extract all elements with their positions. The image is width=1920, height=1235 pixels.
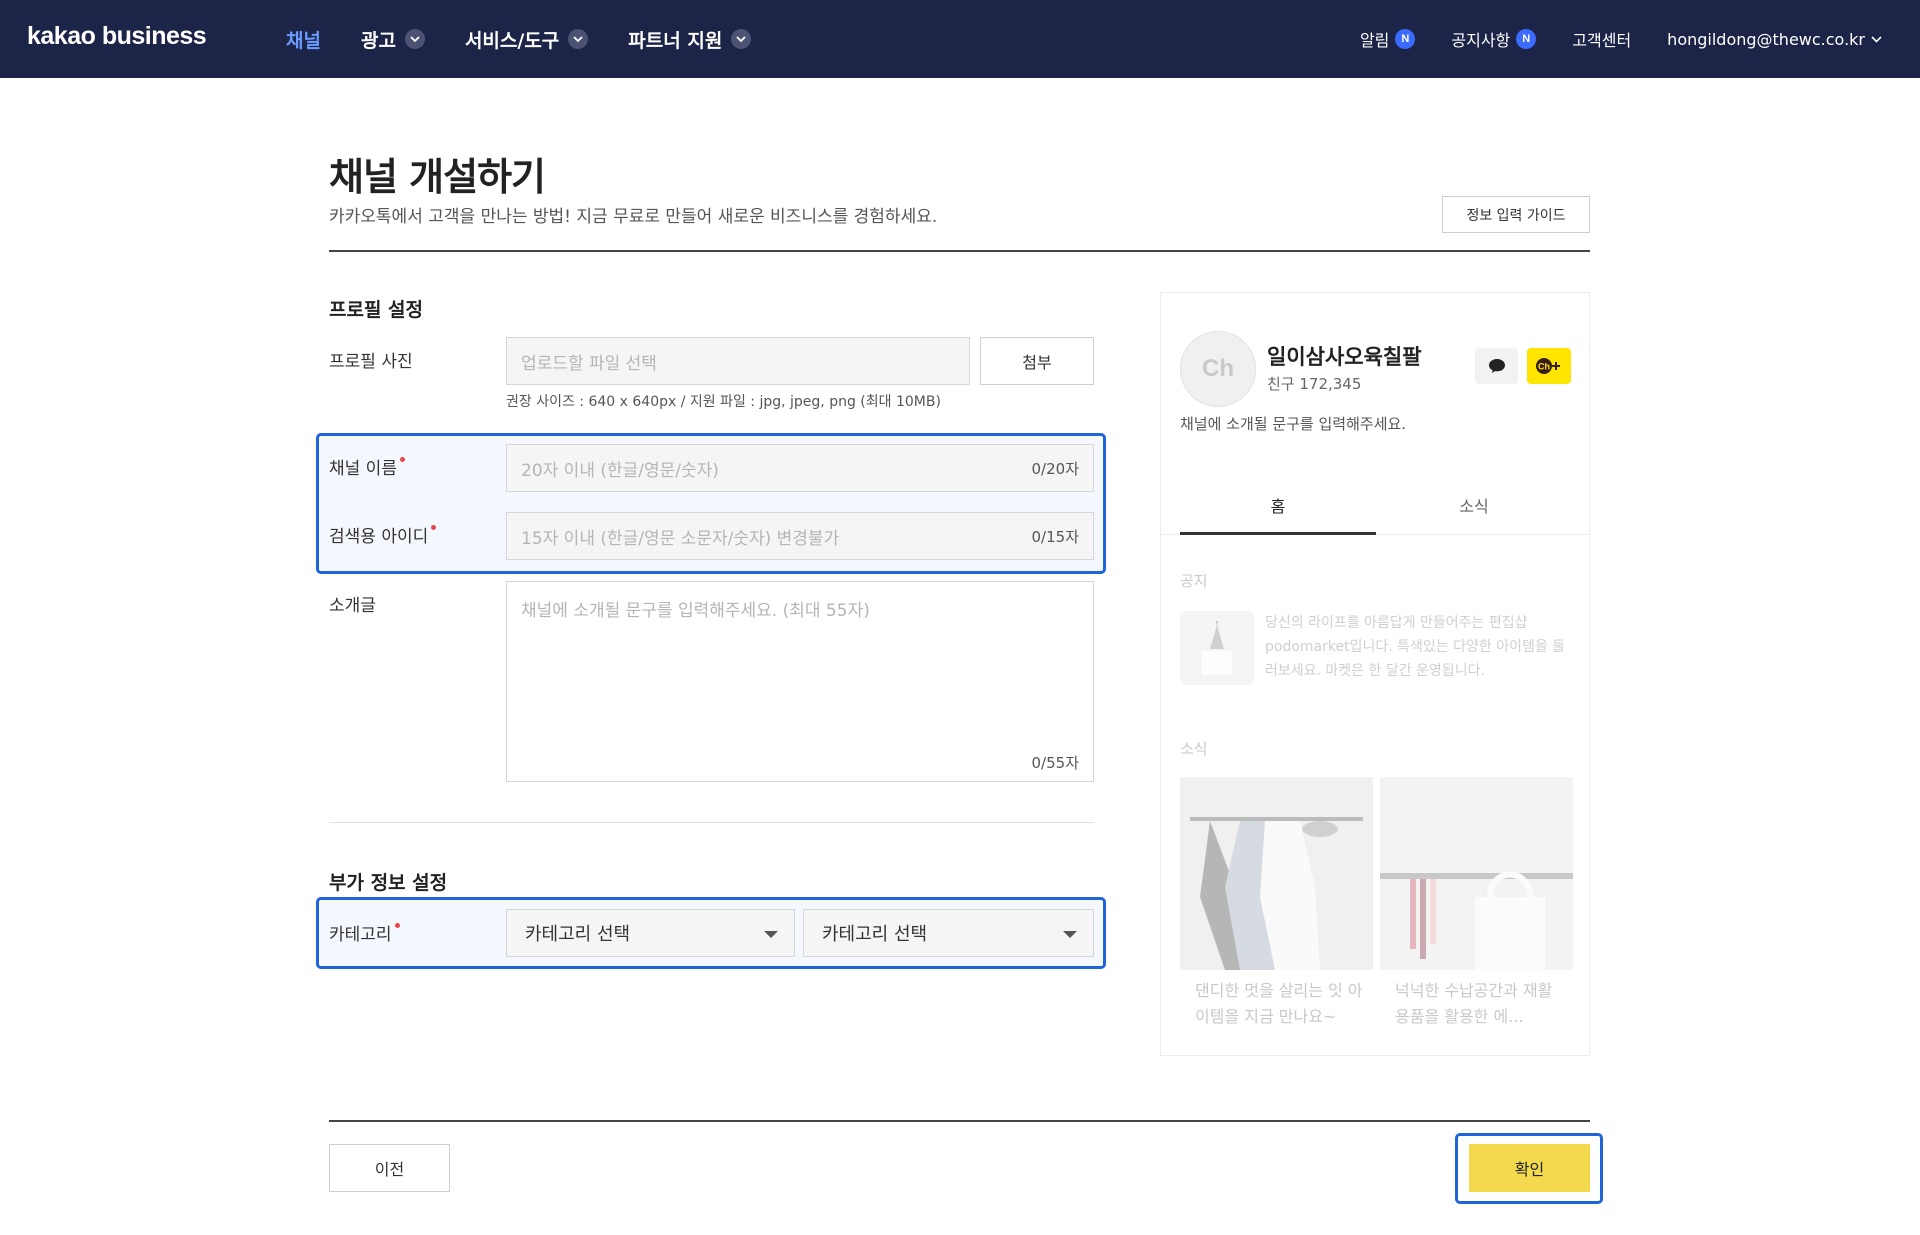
footer-divider: [329, 1120, 1590, 1122]
notices-link[interactable]: 공지사항 N: [1451, 27, 1537, 51]
search-id-label-text: 검색용 아이디: [329, 527, 429, 547]
channel-name-label-text: 채널 이름: [329, 459, 397, 479]
preview-tab-home: 홈: [1270, 497, 1286, 516]
input-guide-button[interactable]: 정보 입력 가이드: [1442, 196, 1590, 233]
news-card-image: [1380, 777, 1573, 970]
nav-item-partner-support[interactable]: 파트너 지원: [628, 26, 752, 53]
page-subtitle: 카카오톡에서 고객을 만나는 방법! 지금 무료로 만들어 새로운 비즈니스를 …: [329, 207, 938, 227]
profile-photo-file-field[interactable]: 업로드할 파일 선택: [506, 337, 970, 385]
confirm-button[interactable]: 확인: [1469, 1144, 1590, 1192]
nav-item-services-tools[interactable]: 서비스/도구: [464, 26, 589, 53]
channel-preview-panel: Ch 일이삼사오육칠팔 친구 172,345 Ch 채널에 소개될 문구를 입력…: [1160, 292, 1590, 1056]
select-value: 카테고리 선택: [525, 924, 631, 945]
notice-thumbnail: [1180, 611, 1254, 685]
page-title: 채널 개설하기: [329, 155, 546, 199]
preview-notice-text: 당신의 라이프를 아름답게 만들어주는 편집샵 podomarket입니다. 특…: [1265, 615, 1566, 679]
search-id-placeholder: 15자 이내 (한글/영문 소문자/숫자) 변경불가: [521, 528, 840, 549]
nav-item-label: 파트너 지원: [628, 29, 723, 52]
channel-name-label: 채널 이름: [329, 454, 405, 479]
utility-nav: 알림 N 공지사항 N 고객센터 hongildong@thewc.co.kr: [1324, 0, 1882, 78]
caret-down-icon: [1063, 931, 1077, 938]
required-dot: [399, 457, 405, 462]
caret-down-icon: [764, 931, 778, 938]
news-card-text: 댄디한 멋을 살리는 잇 아이템을 지금 만나요~: [1195, 981, 1363, 1026]
chat-bubble-icon: [1475, 348, 1518, 384]
preview-notice-title: 공지: [1180, 572, 1208, 590]
nav-item-ads[interactable]: 광고: [361, 26, 425, 53]
intro-counter: 0/55자: [1031, 754, 1079, 772]
new-badge: N: [1395, 29, 1416, 49]
section-divider: [329, 822, 1094, 823]
required-dot: [394, 923, 400, 928]
preview-friend-count: 친구 172,345: [1267, 375, 1362, 393]
chevron-down-icon: [568, 29, 589, 49]
preview-channel-name: 일이삼사오육칠팔: [1267, 345, 1422, 369]
customer-center-link[interactable]: 고객센터: [1572, 27, 1631, 51]
main-nav: 채널 광고 서비스/도구 파트너 지원: [286, 0, 791, 78]
category-label-text: 카테고리: [329, 925, 392, 945]
preview-news-title: 소식: [1180, 740, 1208, 758]
new-badge: N: [1516, 29, 1537, 49]
photo-hint: 권장 사이즈 : 640 x 640px / 지원 파일 : jpg, jpeg…: [506, 394, 941, 410]
category-select-secondary[interactable]: 카테고리 선택: [803, 909, 1094, 957]
file-field-placeholder: 업로드할 파일 선택: [521, 353, 657, 374]
profile-section-title: 프로필 설정: [329, 299, 424, 321]
notices-label: 공지사항: [1451, 31, 1511, 50]
category-label: 카테고리: [329, 920, 400, 945]
attach-button[interactable]: 첨부: [980, 337, 1094, 385]
svg-text:Ch: Ch: [1538, 362, 1550, 372]
search-id-input[interactable]: 15자 이내 (한글/영문 소문자/숫자) 변경불가 0/15자: [506, 512, 1094, 560]
nav-item-label: 광고: [360, 29, 396, 52]
preview-tab-indicator: [1180, 532, 1376, 535]
channel-name-counter: 0/20자: [1031, 459, 1079, 478]
previous-button[interactable]: 이전: [329, 1144, 450, 1192]
search-id-counter: 0/15자: [1031, 527, 1079, 546]
channel-add-icon: Ch: [1527, 348, 1571, 384]
select-value: 카테고리 선택: [822, 924, 928, 945]
extra-info-section-title: 부가 정보 설정: [329, 872, 448, 894]
alerts-link[interactable]: 알림 N: [1359, 27, 1416, 51]
chevron-down-icon: [731, 29, 752, 49]
account-menu[interactable]: hongildong@thewc.co.kr: [1667, 30, 1882, 49]
news-card-image: [1180, 777, 1373, 970]
channel-name-placeholder: 20자 이내 (한글/영문/숫자): [521, 460, 719, 481]
kakao-business-logo[interactable]: kakao business: [27, 22, 207, 51]
profile-photo-label: 프로필 사진: [329, 352, 413, 372]
header-divider: [329, 250, 1590, 252]
channel-name-input[interactable]: 20자 이내 (한글/영문/숫자) 0/20자: [506, 444, 1094, 492]
nav-item-label: 채널: [286, 29, 321, 52]
intro-label: 소개글: [329, 596, 376, 616]
preview-tab-news: 소식: [1459, 497, 1489, 516]
chevron-down-icon: [404, 29, 425, 49]
search-id-label: 검색용 아이디: [329, 522, 437, 547]
nav-item-channel[interactable]: 채널: [286, 26, 321, 53]
channel-avatar: Ch: [1180, 331, 1256, 407]
alerts-label: 알림: [1359, 31, 1390, 50]
intro-textarea[interactable]: 채널에 소개될 문구를 입력해주세요. (최대 55자) 0/55자: [506, 581, 1094, 782]
preview-description: 채널에 소개될 문구를 입력해주세요.: [1180, 415, 1407, 433]
account-email: hongildong@thewc.co.kr: [1667, 29, 1865, 49]
top-nav-bar: kakao business 채널 광고 서비스/도구 파트너 지원 알림 N: [0, 0, 1920, 78]
category-select-primary[interactable]: 카테고리 선택: [506, 909, 795, 957]
nav-item-label: 서비스/도구: [464, 29, 560, 52]
intro-placeholder: 채널에 소개될 문구를 입력해주세요. (최대 55자): [521, 601, 870, 621]
chevron-down-icon: [1871, 35, 1882, 43]
required-dot: [431, 525, 437, 530]
news-card-text: 넉넉한 수납공간과 재활용품을 활용한 에...: [1395, 981, 1553, 1026]
